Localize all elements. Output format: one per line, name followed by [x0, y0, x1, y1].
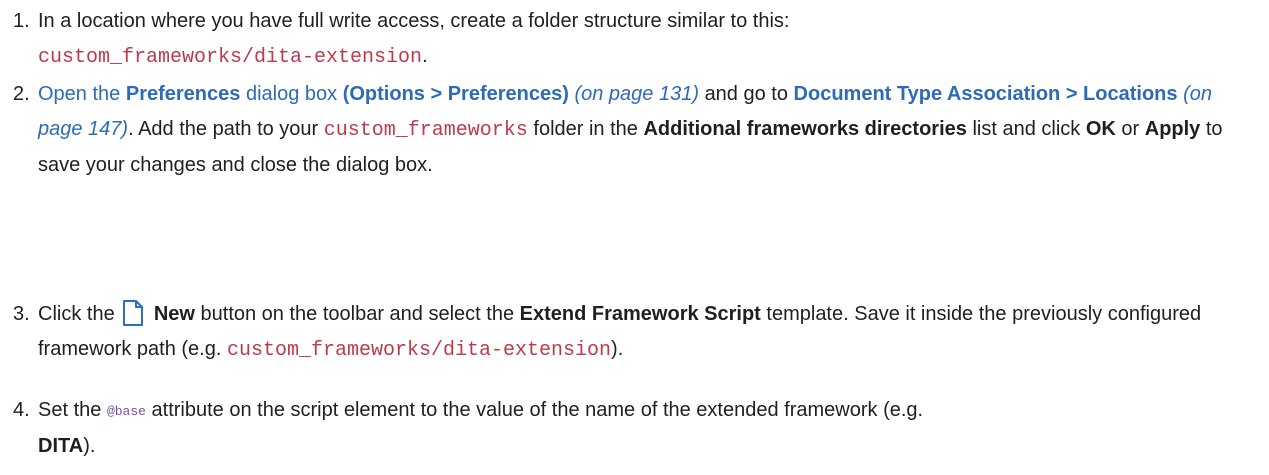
preferences-link[interactable]: Open the Preferences dialog box (Options… — [38, 83, 569, 105]
step-text: list and click — [972, 118, 1081, 140]
template-name: Extend Framework Script — [519, 303, 761, 325]
framework-path-code: custom_frameworks/dita-extension — [226, 339, 612, 362]
step-text: . Add the path to your — [128, 118, 319, 140]
ok-label: OK — [1085, 118, 1116, 140]
step-text-end: ). — [83, 435, 96, 457]
step-number: 3. — [13, 303, 30, 325]
step-2: 2. Open the Preferences dialog box (Opti… — [0, 77, 1269, 183]
step-text: Click the — [38, 303, 115, 325]
step-number: 2. — [13, 83, 30, 105]
step-text: In a location where you have full write … — [38, 10, 790, 32]
step-text: attribute on the script element to the v… — [151, 399, 924, 421]
step-text: Set the — [38, 399, 102, 421]
new-button-label: New — [153, 303, 195, 325]
apply-label: Apply — [1144, 118, 1201, 140]
link-text-dialog: dialog box — [245, 83, 338, 105]
step-text: or — [1121, 118, 1140, 140]
step-text-end: . — [422, 45, 428, 67]
link-text-open: Open the — [38, 83, 121, 105]
step-number: 1. — [13, 10, 30, 32]
document-type-association-link[interactable]: Document Type Association > Locations — [794, 83, 1178, 105]
options-preferences-path: (Options > Preferences) — [342, 83, 569, 105]
step-number: 4. — [13, 399, 30, 421]
step-4: 4. Set the @base attribute on the script… — [0, 393, 931, 464]
base-attribute: @base — [106, 404, 146, 419]
step-text-end: ). — [611, 338, 624, 360]
folder-name-code: custom_frameworks — [323, 119, 528, 142]
step-3: 3. Click the New button on the toolbar a… — [0, 297, 1269, 368]
new-document-icon — [123, 300, 144, 326]
step-1: 1. In a location where you have full wri… — [0, 4, 797, 75]
folder-path-code: custom_frameworks/dita-extension — [38, 46, 423, 69]
dita-label: DITA — [38, 435, 84, 457]
page-ref-link[interactable]: (on page 131) — [574, 83, 699, 105]
step-text: button on the toolbar and select the — [200, 303, 515, 325]
step-text: and go to — [704, 83, 788, 105]
step-text: folder in the — [533, 118, 638, 140]
additional-frameworks-label: Additional frameworks directories — [643, 118, 967, 140]
preferences-label: Preferences — [125, 83, 241, 105]
